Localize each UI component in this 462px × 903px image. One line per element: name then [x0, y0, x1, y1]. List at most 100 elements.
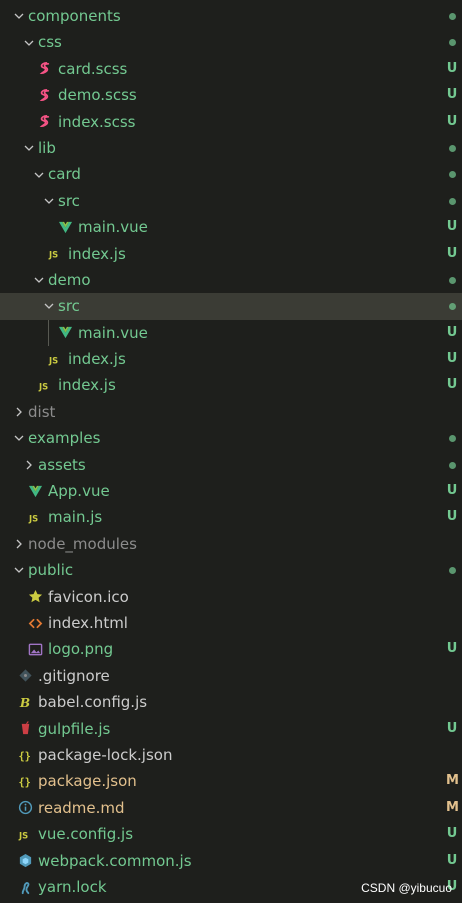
indent-guide	[48, 319, 49, 347]
js-icon: JS	[46, 346, 64, 372]
file-row[interactable]: JS index.js U	[0, 372, 462, 398]
file-row[interactable]: JS index.js U	[0, 241, 462, 267]
file-label: gulpfile.js	[38, 719, 111, 738]
chevron-down-icon[interactable]	[32, 267, 46, 293]
file-row[interactable]: readme.md M	[0, 795, 462, 821]
file-row[interactable]: JS main.js U	[0, 504, 462, 530]
folder-row[interactable]: public	[0, 557, 462, 583]
svg-text:JS: JS	[18, 831, 28, 841]
file-label: App.vue	[48, 482, 110, 501]
js-icon: JS	[46, 241, 64, 267]
file-label: main.vue	[78, 323, 148, 342]
svg-text:{}: {}	[18, 750, 30, 762]
file-row[interactable]: {} package.json M	[0, 768, 462, 794]
folder-row[interactable]: card	[0, 161, 462, 187]
folder-row[interactable]: dist	[0, 399, 462, 425]
file-row[interactable]: App.vue U	[0, 478, 462, 504]
chevron-down-icon[interactable]	[12, 3, 26, 29]
file-label: index.html	[48, 613, 128, 632]
git-status-badge: U	[446, 509, 458, 525]
file-label: logo.png	[48, 640, 114, 659]
vue-icon	[56, 214, 74, 240]
file-row[interactable]: index.html	[0, 610, 462, 636]
file-row[interactable]: gulpfile.js U	[0, 716, 462, 742]
file-row[interactable]: JS index.js U	[0, 346, 462, 372]
folder-label: src	[58, 191, 80, 210]
folder-row[interactable]: components	[0, 3, 462, 29]
file-row[interactable]: {} package-lock.json	[0, 742, 462, 768]
folder-row[interactable]: demo	[0, 267, 462, 293]
git-status-badge: U	[446, 483, 458, 499]
file-row[interactable]: main.vue U	[0, 319, 462, 347]
file-label: index.js	[68, 244, 126, 263]
folder-label: dist	[28, 402, 56, 421]
file-label: webpack.common.js	[38, 851, 192, 870]
git-status-badge: U	[446, 87, 458, 103]
chevron-down-icon[interactable]	[12, 557, 26, 583]
file-row[interactable]: main.vue U	[0, 214, 462, 240]
file-row[interactable]: index.scss U	[0, 109, 462, 135]
folder-label: node_modules	[28, 534, 137, 553]
chevron-down-icon[interactable]	[42, 293, 56, 319]
chevron-down-icon[interactable]	[22, 29, 36, 55]
file-row[interactable]: webpack.common.js U	[0, 848, 462, 874]
chevron-down-icon[interactable]	[12, 425, 26, 451]
file-label: index.js	[68, 350, 126, 369]
file-label: babel.config.js	[38, 693, 148, 712]
file-label: index.js	[58, 376, 116, 395]
sass-icon	[36, 56, 54, 82]
folder-label: public	[28, 561, 74, 580]
svg-text:{}: {}	[18, 777, 30, 789]
folder-row[interactable]: lib	[0, 135, 462, 161]
file-label: .gitignore	[38, 666, 110, 685]
chevron-right-icon[interactable]	[12, 399, 26, 425]
file-row[interactable]: demo.scss U	[0, 82, 462, 108]
file-row[interactable]: JS vue.config.js U	[0, 821, 462, 847]
git-status-dot	[449, 303, 456, 311]
file-row[interactable]: Bbabel.config.js	[0, 689, 462, 715]
star-icon	[26, 584, 44, 610]
json-icon: {}	[16, 768, 34, 794]
folder-row[interactable]: assets	[0, 452, 462, 478]
chevron-right-icon[interactable]	[22, 452, 36, 478]
html-icon	[26, 610, 44, 636]
info-icon	[16, 795, 34, 821]
git-status-dot	[449, 171, 456, 179]
file-row[interactable]: favicon.ico	[0, 584, 462, 610]
git-status-badge: U	[446, 351, 458, 367]
vue-icon	[26, 478, 44, 504]
file-row[interactable]: card.scss U	[0, 56, 462, 82]
git-status-dot	[449, 13, 456, 20]
file-label: index.scss	[58, 112, 136, 131]
svg-text:JS: JS	[48, 355, 58, 365]
file-label: favicon.ico	[48, 587, 129, 606]
folder-row[interactable]: examples	[0, 425, 462, 451]
folder-row[interactable]: node_modules	[0, 531, 462, 557]
file-label: yarn.lock	[38, 877, 107, 896]
file-label: main.js	[48, 508, 103, 527]
json-icon: {}	[16, 742, 34, 768]
git-status-badge: U	[446, 219, 458, 235]
file-label: package.json	[38, 772, 137, 791]
file-row[interactable]: .gitignore	[0, 663, 462, 689]
chevron-down-icon[interactable]	[42, 188, 56, 214]
folder-row[interactable]: css	[0, 29, 462, 55]
chevron-down-icon[interactable]	[32, 161, 46, 187]
git-status-badge: M	[446, 799, 459, 815]
git-status-dot	[449, 197, 456, 205]
git-status-badge: U	[446, 377, 458, 393]
git-status-badge: U	[446, 852, 458, 868]
git-status-dot	[449, 567, 456, 575]
svg-text:JS: JS	[48, 250, 58, 260]
chevron-right-icon[interactable]	[12, 531, 26, 557]
git-status-badge: U	[446, 641, 458, 657]
file-row[interactable]: logo.png U	[0, 636, 462, 662]
folder-row[interactable]: src	[0, 293, 462, 320]
svg-text:JS: JS	[28, 514, 38, 524]
chevron-down-icon[interactable]	[22, 135, 36, 161]
folder-row[interactable]: src	[0, 188, 462, 214]
git-status-dot	[449, 435, 456, 443]
sass-icon	[36, 82, 54, 108]
babel-icon: B	[16, 689, 34, 715]
js-icon: JS	[26, 504, 44, 530]
